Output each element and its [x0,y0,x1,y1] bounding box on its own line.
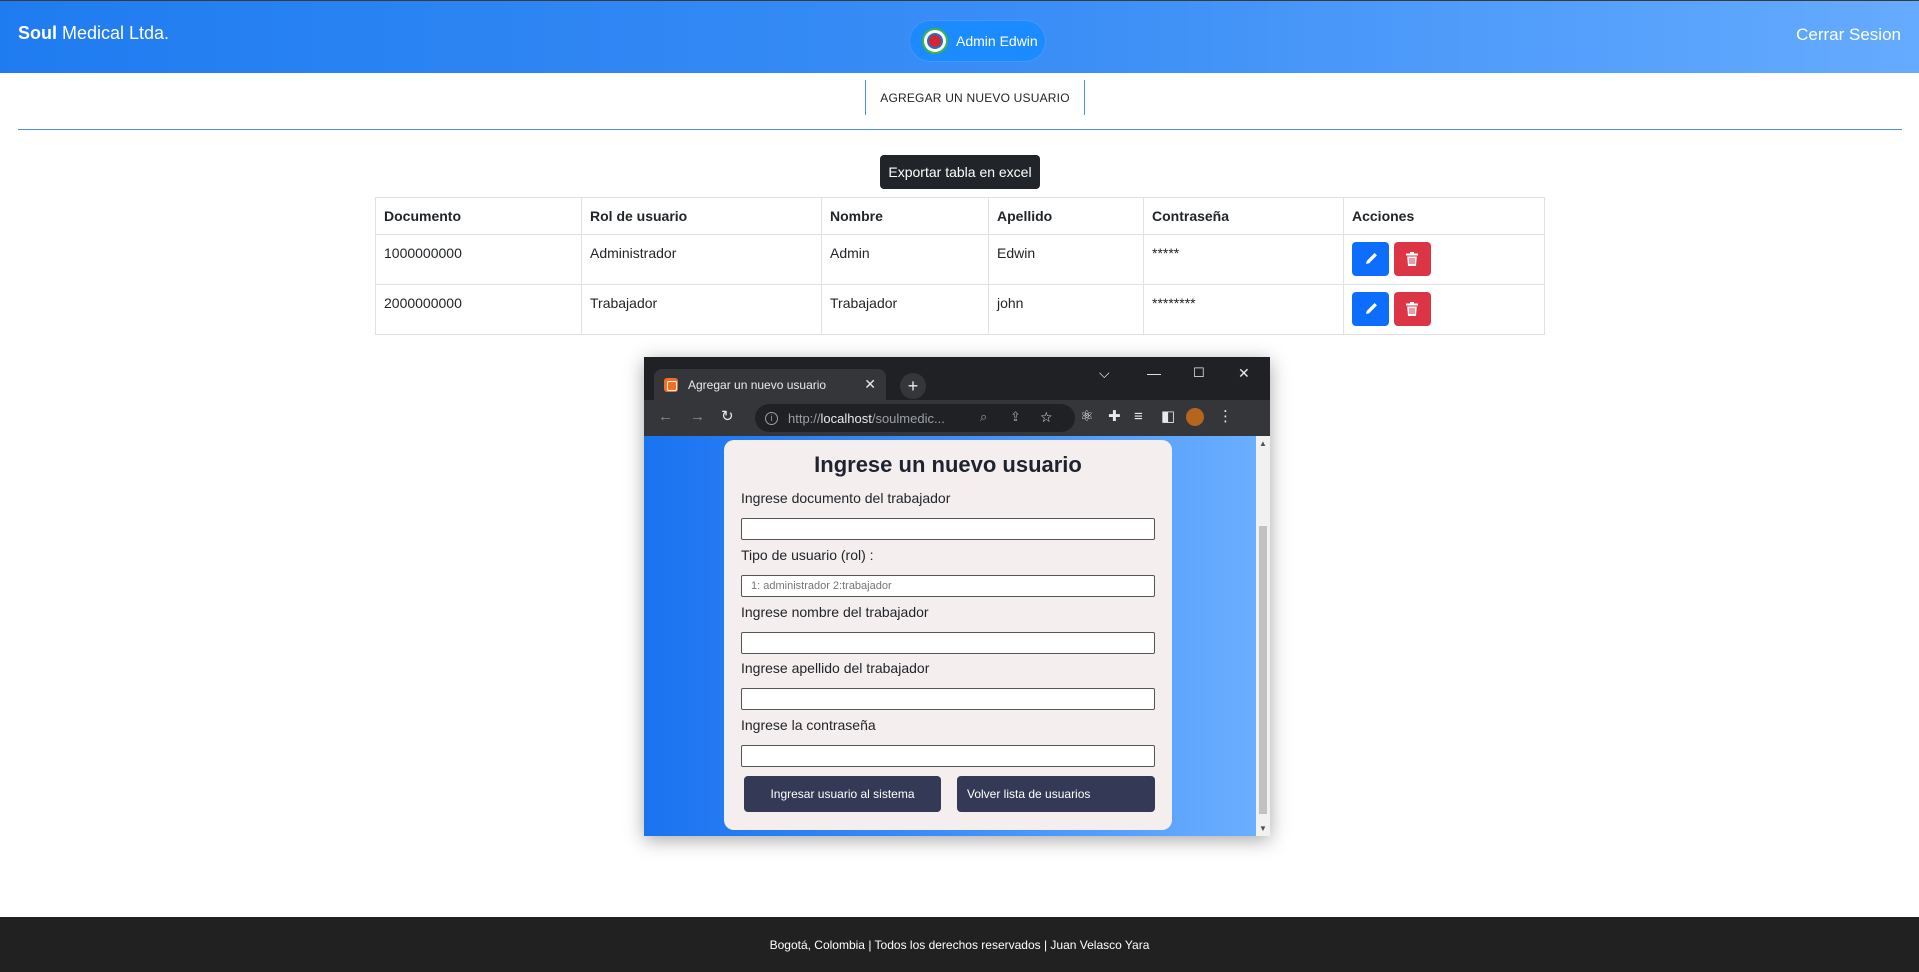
reload-icon[interactable]: ↻ [721,409,734,425]
cell-contrasena: ***** [1143,234,1344,285]
footer: Bogotá, Colombia | Todos los derechos re… [0,917,1919,972]
cell-apellido: Edwin [988,234,1144,285]
header-contrasena: Contraseña [1143,197,1344,235]
cell-apellido: john [988,284,1144,335]
avatar [922,28,948,54]
address-bar[interactable]: i http://localhost/soulmedic... ⌕ ⇪ ☆ [755,404,1075,432]
scroll-down-arrow-icon[interactable]: ▼ [1259,824,1267,833]
cell-contrasena: ******** [1143,284,1344,335]
url-host: localhost [820,410,872,426]
menu-kebab-icon[interactable]: ⋮ [1218,409,1233,425]
label-rol: Tipo de usuario (rol) : [741,547,874,563]
pencil-icon [1365,253,1377,264]
apellido-input[interactable] [741,688,1155,710]
bookmark-star-icon[interactable]: ☆ [1040,409,1053,426]
table-header-row: Documento Rol de usuario Nombre Apellido… [375,197,1545,235]
url-path: /soulmedic... [871,410,945,426]
site-info-icon[interactable]: i [765,411,778,425]
forward-icon[interactable]: → [690,409,705,425]
url-scheme: http:// [788,410,821,426]
logout-link[interactable]: Cerrar Sesion [1796,25,1901,45]
cell-nombre: Trabajador [821,284,989,335]
submit-user-button[interactable]: Ingresar usuario al sistema [744,776,941,812]
new-tab-button[interactable]: + [900,373,926,399]
share-icon[interactable]: ⇪ [1010,409,1021,425]
delete-button[interactable] [1393,292,1431,326]
header-documento: Documento [375,197,582,235]
tab-title: Agregar un nuevo usuario [688,377,827,392]
user-name: Admin Edwin [956,33,1038,49]
label-contrasena: Ingrese la contraseña [741,717,876,733]
new-user-form: Ingrese un nuevo usuario Ingrese documen… [724,440,1172,830]
tab-search-icon[interactable]: ⌵ [1099,365,1110,382]
window-close-icon[interactable]: ✕ [1238,365,1250,382]
page-viewport: Ingrese un nuevo usuario Ingrese documen… [644,436,1256,836]
documento-input[interactable] [741,518,1155,540]
trash-icon [1406,252,1419,266]
header-nombre: Nombre [821,197,989,235]
users-table: Documento Rol de usuario Nombre Apellido… [375,197,1545,335]
scrollbar[interactable]: ▲ ▼ [1256,436,1270,836]
browser-toolbar: ← → ↻ i http://localhost/soulmedic... ⌕ … [644,400,1270,436]
nombre-input[interactable] [741,632,1155,654]
delete-button[interactable] [1393,242,1431,276]
header-apellido: Apellido [988,197,1144,235]
edit-button[interactable] [1352,292,1389,326]
tab-close-icon[interactable]: ✕ [864,376,876,393]
add-user-link[interactable]: AGREGAR UN NUEVO USUARIO [865,80,1085,115]
export-excel-button[interactable]: Exportar tabla en excel [880,155,1040,189]
form-title: Ingrese un nuevo usuario [814,452,1082,477]
user-badge[interactable]: Admin Edwin [910,21,1045,61]
pencil-icon [1365,303,1377,314]
tab-strip: Agregar un nuevo usuario ✕ + ⌵ — ☐ ✕ [644,357,1270,400]
table-row: 2000000000 Trabajador Trabajador john **… [375,284,1545,335]
cell-rol: Administrador [581,234,822,285]
popup-browser-window: Agregar un nuevo usuario ✕ + ⌵ — ☐ ✕ ← →… [644,357,1270,836]
cell-rol: Trabajador [581,284,822,335]
cell-acciones [1343,234,1545,285]
cell-documento: 1000000000 [375,234,582,285]
label-apellido: Ingrese apellido del trabajador [741,660,930,676]
footer-text: Bogotá, Colombia | Todos los derechos re… [769,937,1150,952]
extension-react-icon[interactable]: ⚛ [1080,409,1093,425]
xampp-favicon-icon [664,377,678,392]
header-rol: Rol de usuario [581,197,822,235]
media-queue-icon[interactable]: ≡ [1134,409,1143,425]
cell-acciones [1343,284,1545,335]
brand-logo[interactable]: Soul Medical Ltda. [18,23,169,44]
back-icon[interactable]: ← [658,409,673,425]
edit-button[interactable] [1352,242,1389,276]
scrollbar-thumb[interactable] [1259,526,1267,814]
side-panel-icon[interactable]: ◧ [1161,409,1175,425]
top-navbar: Soul Medical Ltda. Admin Edwin Cerrar Se… [0,0,1919,73]
browser-tab[interactable]: Agregar un nuevo usuario ✕ [654,369,886,400]
minimize-icon[interactable]: — [1147,365,1161,381]
label-nombre: Ingrese nombre del trabajador [741,604,929,620]
rol-input[interactable]: 1: administrador 2:trabajador [741,575,1155,597]
header-acciones: Acciones [1343,197,1545,235]
cell-nombre: Admin [821,234,989,285]
profile-avatar[interactable] [1186,408,1204,426]
cell-documento: 2000000000 [375,284,582,335]
divider [18,129,1902,130]
maximize-icon[interactable]: ☐ [1193,365,1205,381]
back-to-list-button[interactable]: Volver lista de usuarios [957,776,1155,812]
zoom-icon[interactable]: ⌕ [980,409,987,425]
contrasena-input[interactable] [741,745,1155,767]
table-row: 1000000000 Administrador Admin Edwin ***… [375,234,1545,285]
brand-bold: Soul [18,23,57,43]
extensions-puzzle-icon[interactable]: ✚ [1108,409,1121,425]
scroll-up-arrow-icon[interactable]: ▲ [1259,439,1267,448]
brand-rest: Medical Ltda. [57,23,170,43]
label-documento: Ingrese documento del trabajador [741,490,951,506]
trash-icon [1406,302,1419,316]
